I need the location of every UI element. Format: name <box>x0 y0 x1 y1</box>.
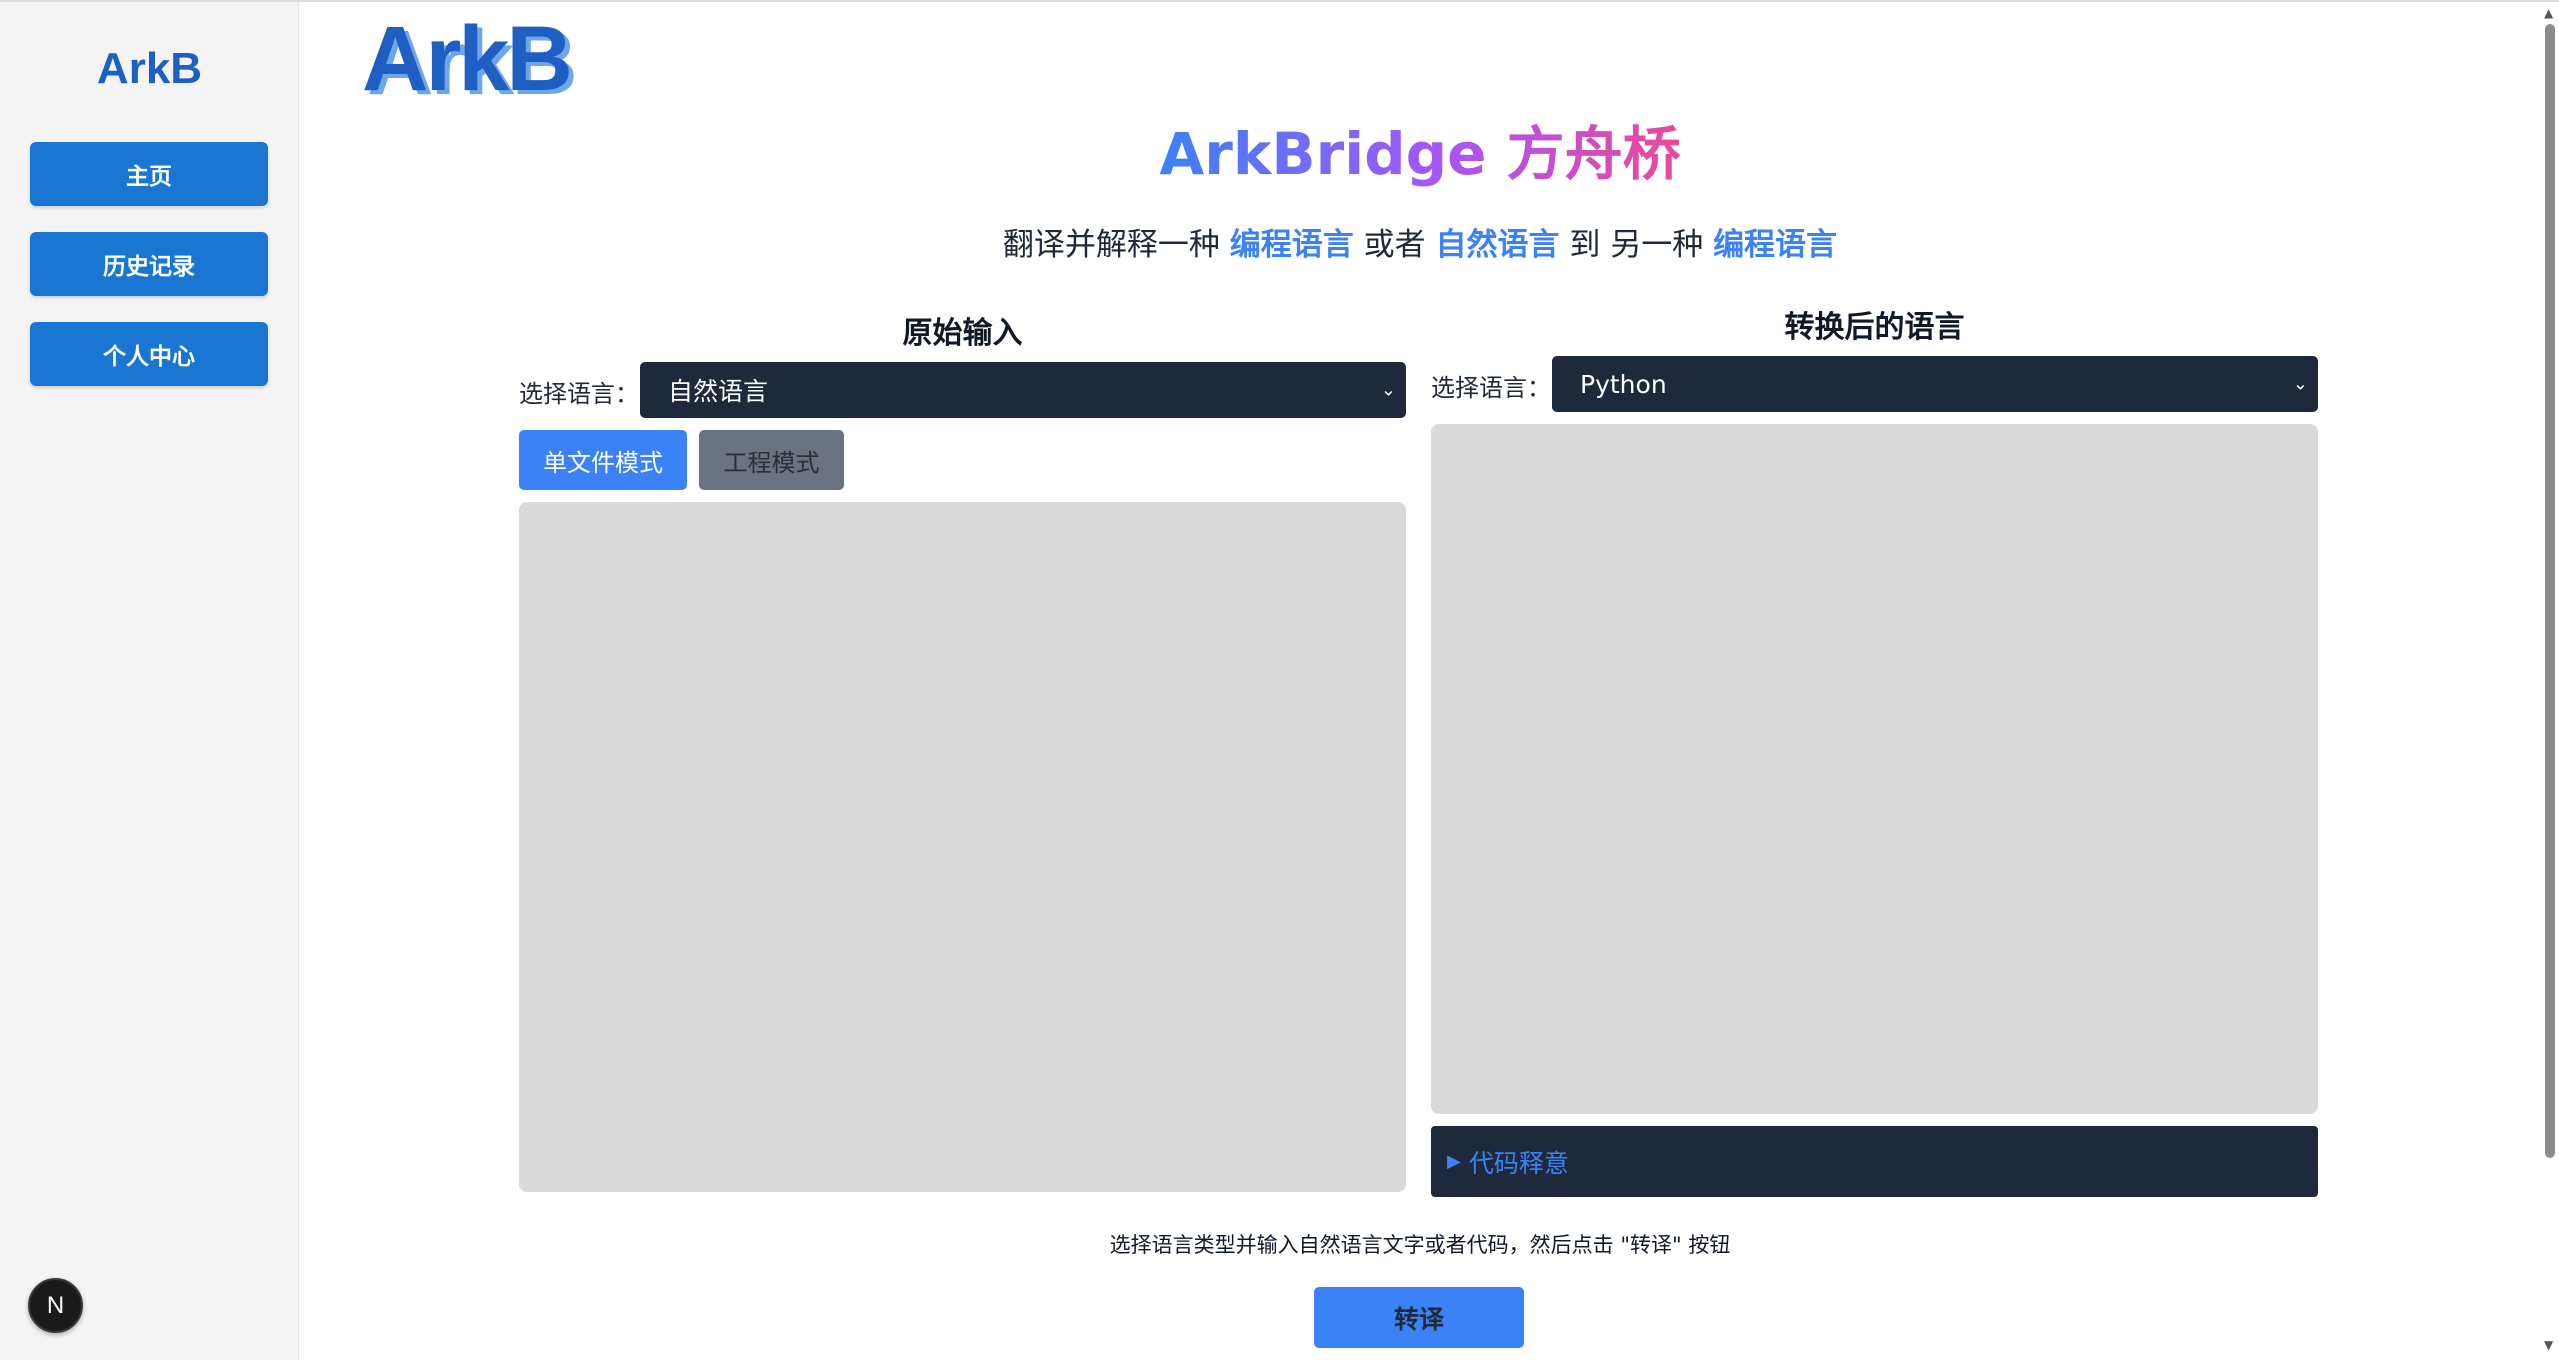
translate-button[interactable]: 转译 <box>1314 1287 1524 1348</box>
page-subtitle: 翻译并解释一种 编程语言 或者 自然语言 到 另一种 编程语言 <box>300 222 2540 268</box>
scroll-down-arrow-icon[interactable]: ▼ <box>2544 1338 2553 1352</box>
sidebar-item-profile[interactable]: 个人中心 <box>30 322 268 386</box>
subtitle-highlight-2: 自然语言 <box>1435 227 1560 263</box>
subtitle-text-2: 或者 <box>1353 227 1436 263</box>
output-panel-title: 转换后的语言 <box>1784 310 1965 345</box>
output-language-label: 选择语言： <box>1431 374 1551 402</box>
triangle-right-icon: ▶ <box>1447 1151 1461 1172</box>
subtitle-highlight-1: 编程语言 <box>1229 227 1354 263</box>
sidebar: ArkB 主页 历史记录 个人中心 N <box>0 2 299 1360</box>
output-language-select[interactable]: Python ⌄ <box>1552 356 2318 412</box>
chevron-down-icon: ⌄ <box>2292 373 2308 395</box>
input-panel-title: 原始输入 <box>902 316 1023 351</box>
input-language-value: 自然语言 <box>668 377 769 406</box>
source-input-textarea[interactable] <box>519 502 1406 1192</box>
scroll-up-arrow-icon[interactable]: ▲ <box>2544 6 2553 20</box>
code-explanation-toggle[interactable]: ▶ 代码释意 <box>1431 1126 2318 1197</box>
output-language-value: Python <box>1580 369 1667 399</box>
page-title: ArkBridge 方舟桥 <box>1159 120 1681 188</box>
top-border <box>0 0 2559 2</box>
scrollbar-thumb[interactable] <box>2545 24 2555 1158</box>
subtitle-text-1: 翻译并解释一种 <box>1002 227 1230 263</box>
code-explanation-label: 代码释意 <box>1468 1148 1569 1178</box>
nextjs-badge-icon[interactable]: N <box>28 1278 83 1333</box>
sidebar-logo[interactable]: ArkB <box>0 44 299 94</box>
subtitle-text-3: 到 另一种 <box>1559 227 1714 263</box>
output-code-area[interactable] <box>1431 424 2318 1114</box>
input-language-label: 选择语言： <box>519 380 639 408</box>
main-logo: ArkB <box>362 8 573 110</box>
input-language-select[interactable]: 自然语言 ⌄ <box>640 362 1406 418</box>
sidebar-item-history[interactable]: 历史记录 <box>30 232 268 296</box>
instruction-hint: 选择语言类型并输入自然语言文字或者代码，然后点击 "转译" 按钮 <box>1109 1233 1731 1257</box>
single-file-mode-button[interactable]: 单文件模式 <box>519 430 687 490</box>
chevron-down-icon: ⌄ <box>1380 379 1396 401</box>
sidebar-item-home[interactable]: 主页 <box>30 142 268 206</box>
subtitle-highlight-3: 编程语言 <box>1713 227 1838 263</box>
project-mode-button[interactable]: 工程模式 <box>699 430 844 490</box>
